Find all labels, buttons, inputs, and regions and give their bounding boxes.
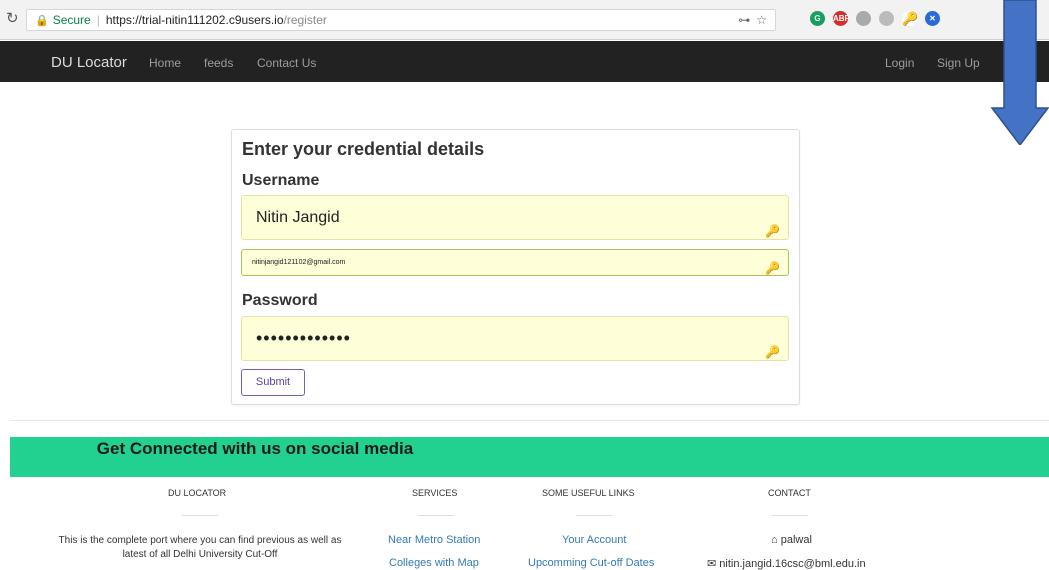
link-colleges-with-map[interactable]: Colleges with Map	[389, 557, 479, 569]
key-icon[interactable]: ⊶	[738, 13, 750, 27]
footer-heading-useful-links: SOME USEFUL LINKS	[542, 488, 635, 498]
star-icon[interactable]: ☆	[756, 13, 767, 27]
credentials-card: Enter your credential details Username N…	[231, 129, 800, 405]
username-value: Nitin Jangid	[256, 209, 340, 226]
home-icon: ⌂	[771, 534, 778, 546]
link-your-account[interactable]: Your Account	[562, 534, 626, 546]
autofill-key-icon[interactable]: 🔑	[765, 256, 780, 281]
social-banner-text: Get Connected with us on social media	[96, 439, 414, 458]
secure-label: Secure	[52, 13, 91, 27]
section-divider	[10, 420, 1049, 421]
link-upcomming-cutoff-dates[interactable]: Upcomming Cut-off Dates	[528, 557, 654, 569]
footer-underline	[772, 515, 808, 516]
password-label: Password	[242, 292, 318, 309]
footer-underline	[576, 515, 612, 516]
link-near-metro-station[interactable]: Near Metro Station	[388, 534, 480, 546]
submit-button[interactable]: Submit	[241, 369, 305, 396]
social-banner: Get Connected with us on social media	[10, 437, 1049, 477]
form-title: Enter your credential details	[242, 139, 485, 159]
autofill-key-icon[interactable]: 🔑	[765, 331, 780, 374]
footer-about-text: This is the complete port where you can …	[58, 535, 342, 560]
nav-contact-us[interactable]: Contact Us	[257, 56, 316, 70]
footer-underline	[418, 515, 454, 516]
extension-icon[interactable]	[856, 11, 871, 27]
autofill-key-icon[interactable]: 🔑	[765, 210, 780, 253]
nav-home[interactable]: Home	[149, 56, 181, 70]
contact-email: ✉ nitin.jangid.16csc@bml.edu.in	[707, 557, 866, 570]
brand-link[interactable]: DU Locator	[51, 54, 127, 71]
footer-underline	[182, 515, 218, 516]
password-value: •••••••••••••	[256, 328, 351, 348]
navbar: DU Locator Home feeds Contact Us Login S…	[0, 41, 1049, 82]
omnibox-icons: ⊶ ☆	[732, 10, 767, 30]
url-separator: |	[96, 13, 100, 27]
adblock-extension-icon[interactable]: ABP	[833, 11, 850, 27]
extension-icons: G ABP 🔑 ✕	[810, 10, 948, 30]
contact-place: ⌂ palwal	[771, 534, 812, 546]
key-extension-icon[interactable]: 🔑	[902, 11, 918, 27]
browser-toolbar: ↻ 🔒 Secure | https://trial-nitin111202.c9us…	[0, 0, 1049, 40]
contact-email-text: nitin.jangid.16csc@bml.edu.in	[719, 558, 866, 570]
username-input[interactable]: Nitin Jangid 🔑	[241, 195, 789, 240]
down-arrow-annotation	[990, 0, 1049, 145]
footer-heading-contact: CONTACT	[768, 488, 811, 498]
password-input[interactable]: ••••••••••••• 🔑	[241, 316, 789, 361]
nav-sign-up[interactable]: Sign Up	[937, 56, 980, 70]
email-value: nitinjangid121102@gmail.com	[252, 259, 346, 266]
url-host: https://trial-nitin111202.c9users.io	[105, 13, 284, 27]
url-path: /register	[283, 13, 327, 27]
reload-icon[interactable]: ↻	[6, 9, 19, 27]
blue-extension-icon[interactable]: ✕	[925, 11, 940, 27]
nav-login[interactable]: Login	[885, 56, 914, 70]
envelope-icon: ✉	[707, 558, 717, 570]
footer-heading-services: SERVICES	[412, 488, 458, 498]
username-label: Username	[242, 172, 320, 189]
email-input[interactable]: nitinjangid121102@gmail.com 🔑	[241, 249, 789, 276]
address-bar[interactable]: 🔒 Secure | https://trial-nitin111202.c9user…	[26, 9, 776, 31]
lock-icon: 🔒	[35, 15, 49, 27]
nav-feeds[interactable]: feeds	[204, 56, 233, 70]
contact-place-text: palwal	[780, 534, 812, 546]
grammarly-extension-icon[interactable]: G	[810, 11, 825, 27]
footer-heading-du-locator: DU LOCATOR	[168, 488, 227, 498]
globe-extension-icon[interactable]	[879, 11, 894, 27]
